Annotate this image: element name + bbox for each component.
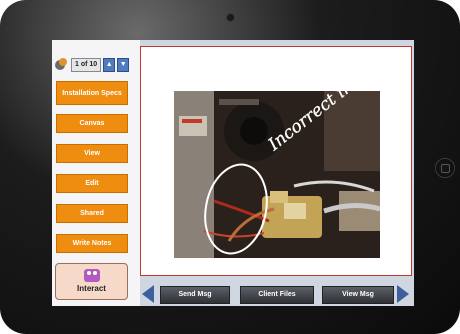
installation-specs-button[interactable]: Installation Specs	[56, 81, 128, 105]
page-count: 1 of 10	[71, 58, 102, 72]
write-notes-button[interactable]: Write Notes	[56, 234, 128, 253]
content-panel: Incorrect install?	[140, 46, 412, 276]
interact-button[interactable]: Interact	[55, 263, 128, 300]
view-button[interactable]: View	[56, 144, 128, 163]
prev-arrow-icon[interactable]	[142, 285, 154, 303]
canvas-button[interactable]: Canvas	[56, 114, 128, 133]
pager-color-icon	[55, 58, 67, 70]
bottom-toolbar: Send Msg Client Files View Msg	[140, 282, 414, 306]
view-msg-button[interactable]: View Msg	[322, 286, 394, 304]
app-screen: 1 of 10 ▲ ▼ Installation Specs Canvas Vi…	[52, 40, 414, 306]
people-icon	[83, 269, 100, 282]
home-button[interactable]	[435, 158, 455, 178]
tablet-frame: 1 of 10 ▲ ▼ Installation Specs Canvas Vi…	[0, 0, 460, 334]
interact-label: Interact	[77, 284, 106, 293]
send-msg-button[interactable]: Send Msg	[160, 286, 230, 304]
page-pager: 1 of 10 ▲ ▼	[55, 58, 130, 72]
camera-icon	[226, 13, 235, 22]
client-files-button[interactable]: Client Files	[240, 286, 314, 304]
page-down-arrow-icon[interactable]: ▼	[117, 58, 130, 72]
next-arrow-icon[interactable]	[397, 285, 409, 303]
page-up-arrow-icon[interactable]: ▲	[103, 58, 116, 72]
shared-button[interactable]: Shared	[56, 204, 128, 223]
furnace-photo: Incorrect install?	[174, 91, 380, 258]
edit-button[interactable]: Edit	[56, 174, 128, 193]
sidebar: 1 of 10 ▲ ▼ Installation Specs Canvas Vi…	[52, 40, 140, 306]
